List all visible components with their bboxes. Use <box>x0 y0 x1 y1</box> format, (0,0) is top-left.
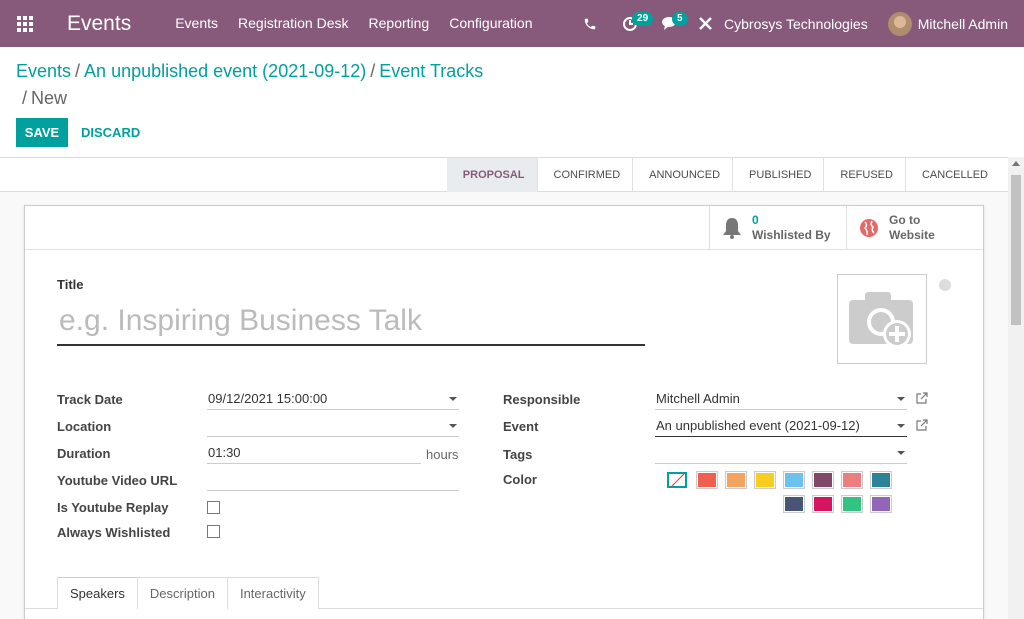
stage-announced[interactable]: ANNOUNCED <box>633 158 734 192</box>
youtube-url-label: Youtube Video URL <box>57 473 178 488</box>
user-menu[interactable]: Mitchell Admin <box>918 16 1008 32</box>
company-switcher[interactable]: Cybrosys Technologies <box>724 16 868 32</box>
color-swatch[interactable] <box>812 471 834 489</box>
menu-reporting[interactable]: Reporting <box>359 0 440 47</box>
color-swatch[interactable] <box>841 471 863 489</box>
user-avatar[interactable] <box>887 11 912 36</box>
button-box: 0 Wishlisted By Go to Website <box>709 206 983 250</box>
responsible-field[interactable]: Mitchell Admin <box>655 388 907 410</box>
activities-clock-icon[interactable]: 29 <box>610 0 654 47</box>
wishlisted-count: 0 <box>752 213 759 227</box>
breadcrumb: Events / An unpublished event (2021-09-12)… <box>16 61 484 108</box>
breadcrumb-events[interactable]: Events <box>16 61 71 81</box>
duration-label: Duration <box>57 446 111 461</box>
track-date-value: 09/12/2021 15:00:00 <box>208 391 328 406</box>
event-value: An unpublished event (2021-09-12) <box>656 418 860 433</box>
location-label: Location <box>57 419 112 434</box>
breadcrumb-current: New <box>31 88 68 108</box>
color-swatch[interactable] <box>696 471 718 489</box>
wishlisted-by-button[interactable]: 0 Wishlisted By <box>709 206 846 250</box>
color-none[interactable] <box>667 472 687 488</box>
title-label: Title <box>57 277 84 292</box>
globe-icon <box>860 219 878 237</box>
color-swatch[interactable] <box>783 495 805 513</box>
color-swatch[interactable] <box>754 471 776 489</box>
app-brand[interactable]: Events <box>67 12 131 36</box>
breadcrumb-event-tracks[interactable]: Event Tracks <box>379 61 483 81</box>
save-button[interactable]: SAVE <box>16 118 68 147</box>
external-link-icon[interactable] <box>916 419 928 431</box>
kanban-state-dot[interactable] <box>939 279 951 291</box>
messages-icon[interactable]: 5 <box>650 0 690 47</box>
menu-registration-desk[interactable]: Registration Desk <box>228 0 359 47</box>
camera-add-icon <box>849 292 913 348</box>
tab-description[interactable]: Description <box>136 577 228 609</box>
duration-unit: hours <box>426 447 459 462</box>
top-navbar: Events Events Registration Desk Reportin… <box>0 0 1024 47</box>
phone-icon[interactable] <box>570 0 610 47</box>
color-label: Color <box>503 472 537 487</box>
track-date-field[interactable]: 09/12/2021 15:00:00 <box>207 388 459 410</box>
duration-value: 01:30 <box>208 445 241 460</box>
discard-button[interactable]: DISCARD <box>81 118 140 147</box>
notebook-tabs: Speakers Description Interactivity <box>57 577 319 609</box>
title-input[interactable] <box>57 298 645 346</box>
event-field[interactable]: An unpublished event (2021-09-12) <box>655 415 907 437</box>
color-swatch[interactable] <box>870 495 892 513</box>
status-bar: PROPOSAL CONFIRMED ANNOUNCED PUBLISHED R… <box>0 158 1008 192</box>
duration-field[interactable]: 01:30 <box>207 442 421 464</box>
location-field[interactable] <box>207 415 459 437</box>
stage-proposal[interactable]: PROPOSAL <box>446 158 538 192</box>
color-swatch[interactable] <box>870 471 892 489</box>
external-link-icon[interactable] <box>916 392 928 404</box>
website-line2: Website <box>889 228 935 242</box>
color-swatch[interactable] <box>841 495 863 513</box>
tags-label: Tags <box>503 447 533 462</box>
always-wishlisted-checkbox[interactable] <box>207 525 220 538</box>
menu-events[interactable]: Events <box>165 0 228 47</box>
wishlisted-label: Wishlisted By <box>752 228 831 242</box>
tab-interactivity[interactable]: Interactivity <box>226 577 319 609</box>
is-youtube-replay-label: Is Youtube Replay <box>57 500 169 515</box>
track-date-label: Track Date <box>57 392 123 407</box>
tools-icon[interactable] <box>690 0 720 47</box>
stage-published[interactable]: PUBLISHED <box>733 158 825 192</box>
tags-field[interactable] <box>655 442 907 464</box>
is-youtube-replay-checkbox[interactable] <box>207 501 220 514</box>
messages-badge: 5 <box>672 12 688 26</box>
website-line1: Go to <box>889 213 921 227</box>
stage-refused[interactable]: REFUSED <box>824 158 906 192</box>
color-swatch[interactable] <box>812 495 834 513</box>
color-swatch[interactable] <box>783 471 805 489</box>
tab-speakers[interactable]: Speakers <box>57 577 138 609</box>
form-sheet: 0Wishlisted By Go toWebsite Title Track … <box>24 205 984 619</box>
vertical-scrollbar[interactable] <box>1008 157 1024 619</box>
image-upload[interactable] <box>837 274 927 364</box>
stage-cancelled[interactable]: CANCELLED <box>906 158 1000 192</box>
always-wishlisted-label: Always Wishlisted <box>57 525 171 540</box>
go-to-website-button[interactable]: Go to Website <box>846 206 983 250</box>
breadcrumb-event[interactable]: An unpublished event (2021-09-12) <box>84 61 366 81</box>
responsible-label: Responsible <box>503 392 581 407</box>
stage-confirmed[interactable]: CONFIRMED <box>538 158 634 192</box>
color-swatch[interactable] <box>725 471 747 489</box>
bell-icon <box>723 218 741 239</box>
apps-menu-icon[interactable] <box>0 0 50 47</box>
event-label: Event <box>503 419 539 434</box>
responsible-value: Mitchell Admin <box>656 391 740 406</box>
youtube-url-field[interactable] <box>207 469 459 491</box>
menu-configuration[interactable]: Configuration <box>439 0 542 47</box>
form-content: PROPOSAL CONFIRMED ANNOUNCED PUBLISHED R… <box>0 157 1008 619</box>
